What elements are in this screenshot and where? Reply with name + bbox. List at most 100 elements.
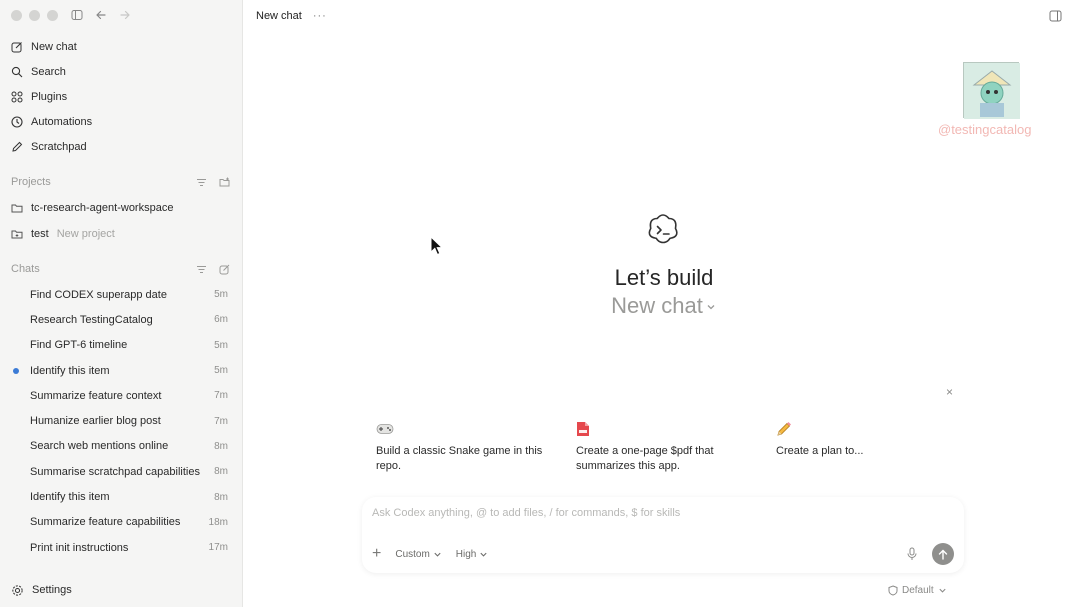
suggestion-cards: Build a classic Snake game in this repo.… [366,412,966,482]
clock-icon [11,115,23,128]
composer-toolbar: + Custom High [372,543,954,565]
close-window-button[interactable] [11,10,22,21]
suggestion-text: Build a classic Snake game in this repo. [376,445,543,472]
settings-label: Settings [32,584,72,596]
permission-selector[interactable]: Default [888,585,947,596]
nav-new-chat[interactable]: New chat [0,34,242,59]
chevron-down-icon [434,552,441,557]
unread-dot [13,367,19,374]
window-toolbar [71,9,131,21]
mode-label: Custom [395,548,430,560]
side-panel-icon[interactable] [1049,10,1062,22]
hero-title: Let’s build [614,265,714,290]
effort-selector[interactable]: High [456,549,489,560]
projects-heading: Projects [11,176,51,188]
nav-label: Plugins [31,90,68,103]
search-icon [11,66,23,77]
chat-item[interactable]: Research TestingCatalog 6m [0,307,242,332]
chat-title: Research TestingCatalog [30,313,153,326]
suggestion-card[interactable]: Build a classic Snake game in this repo. [366,412,566,482]
chat-time: 18m [208,516,228,528]
chat-item[interactable]: Summarize feature capabilities 18m [0,510,242,535]
dismiss-suggestions-button[interactable]: × [946,385,953,399]
chat-title-heading: New chat [256,10,302,22]
projects-list: tc-research-agent-workspace test New pro… [0,195,242,247]
project-item[interactable]: test New project [0,221,242,247]
suggestion-card[interactable]: Create a plan to... [766,412,966,482]
sidebar: New chat Search Plugins Automations Scra… [0,0,243,607]
chat-item[interactable]: Print init instructions 17m [0,535,242,560]
project-selector-label: New chat [611,293,703,318]
chat-time: 17m [208,542,228,554]
add-attachment-button[interactable]: + [372,546,381,562]
chat-item[interactable]: Summarise scratchpad capabilities 8m [0,459,242,484]
suggestion-text: Create a one-page $pdf that summarizes t… [576,445,714,472]
nav-label: Search [31,65,66,78]
nav-search[interactable]: Search [0,59,242,84]
chat-item[interactable]: Humanize earlier blog post 7m [0,408,242,433]
codex-terminal-icon [648,214,678,244]
chat-time: 5m [214,365,228,377]
pdf-icon [577,422,589,436]
robot-avatar-icon [964,63,1020,119]
folder-plus-icon [11,230,23,239]
back-arrow-icon[interactable] [95,9,107,21]
chat-title: Print init instructions [30,541,129,554]
chat-item[interactable]: Find CODEX superapp date 5m [0,282,242,307]
compose-icon[interactable] [219,264,230,275]
plugins-grid-icon [11,91,23,102]
pencil-emoji-icon [777,422,791,436]
project-item[interactable]: tc-research-agent-workspace [0,195,242,221]
folder-icon [11,204,23,213]
nav-plugins[interactable]: Plugins [0,84,242,109]
mode-selector[interactable]: Custom [395,549,441,560]
gamepad-icon [376,424,394,434]
filter-icon[interactable] [196,177,207,188]
forward-arrow-icon[interactable] [119,9,131,21]
microphone-icon[interactable] [906,547,918,561]
chat-time: 7m [214,390,228,402]
nav-label: Automations [31,115,93,128]
chat-title: Summarize feature capabilities [30,516,181,529]
chat-time: 8m [214,466,228,478]
chat-title: Identify this item [30,491,110,504]
chevron-down-icon [480,552,487,557]
chevron-down-icon [939,588,946,593]
sidebar-toggle-icon[interactable] [71,9,83,21]
chat-time: 8m [214,491,228,503]
chat-time: 6m [214,314,228,326]
nav-automations[interactable]: Automations [0,109,242,134]
nav-label: Scratchpad [31,140,87,153]
suggestion-card[interactable]: Create a one-page $pdf that summarizes t… [566,412,766,482]
project-selector[interactable]: New chat [562,293,766,319]
topbar: New chat ··· [244,0,1080,32]
chat-title: Search web mentions online [30,440,169,453]
nav-scratchpad[interactable]: Scratchpad [0,134,242,159]
zoom-window-button[interactable] [47,10,58,21]
chats-list: Find CODEX superapp date 5m Research Test… [0,282,242,560]
project-name: tc-research-agent-workspace [31,202,174,214]
pencil-icon [12,141,23,152]
chat-time: 5m [214,289,228,301]
more-options-button[interactable]: ··· [313,10,327,22]
minimize-window-button[interactable] [29,10,40,21]
new-folder-icon[interactable] [219,177,230,188]
chat-item[interactable]: Identify this item 8m [0,484,242,509]
sidebar-nav: New chat Search Plugins Automations Scra… [0,34,242,159]
composer: Ask Codex anything, @ to add files, / fo… [362,497,964,573]
send-button[interactable] [932,543,954,565]
project-name: test [31,228,49,240]
chat-time: 8m [214,440,228,452]
chat-item[interactable]: Identify this item 5m [0,358,242,383]
filter-icon[interactable] [196,264,207,275]
chat-title: Summarize feature context [30,389,162,402]
settings-button[interactable]: Settings [0,573,242,607]
compose-icon [11,41,22,52]
prompt-input[interactable]: Ask Codex anything, @ to add files, / fo… [372,507,680,519]
chat-item[interactable]: Search web mentions online 8m [0,434,242,459]
effort-label: High [455,548,477,560]
chat-item[interactable]: Find GPT-6 timeline 5m [0,333,242,358]
chat-item[interactable]: Summarize feature context 7m [0,383,242,408]
window-controls [11,10,58,21]
chevron-down-icon [707,305,715,310]
